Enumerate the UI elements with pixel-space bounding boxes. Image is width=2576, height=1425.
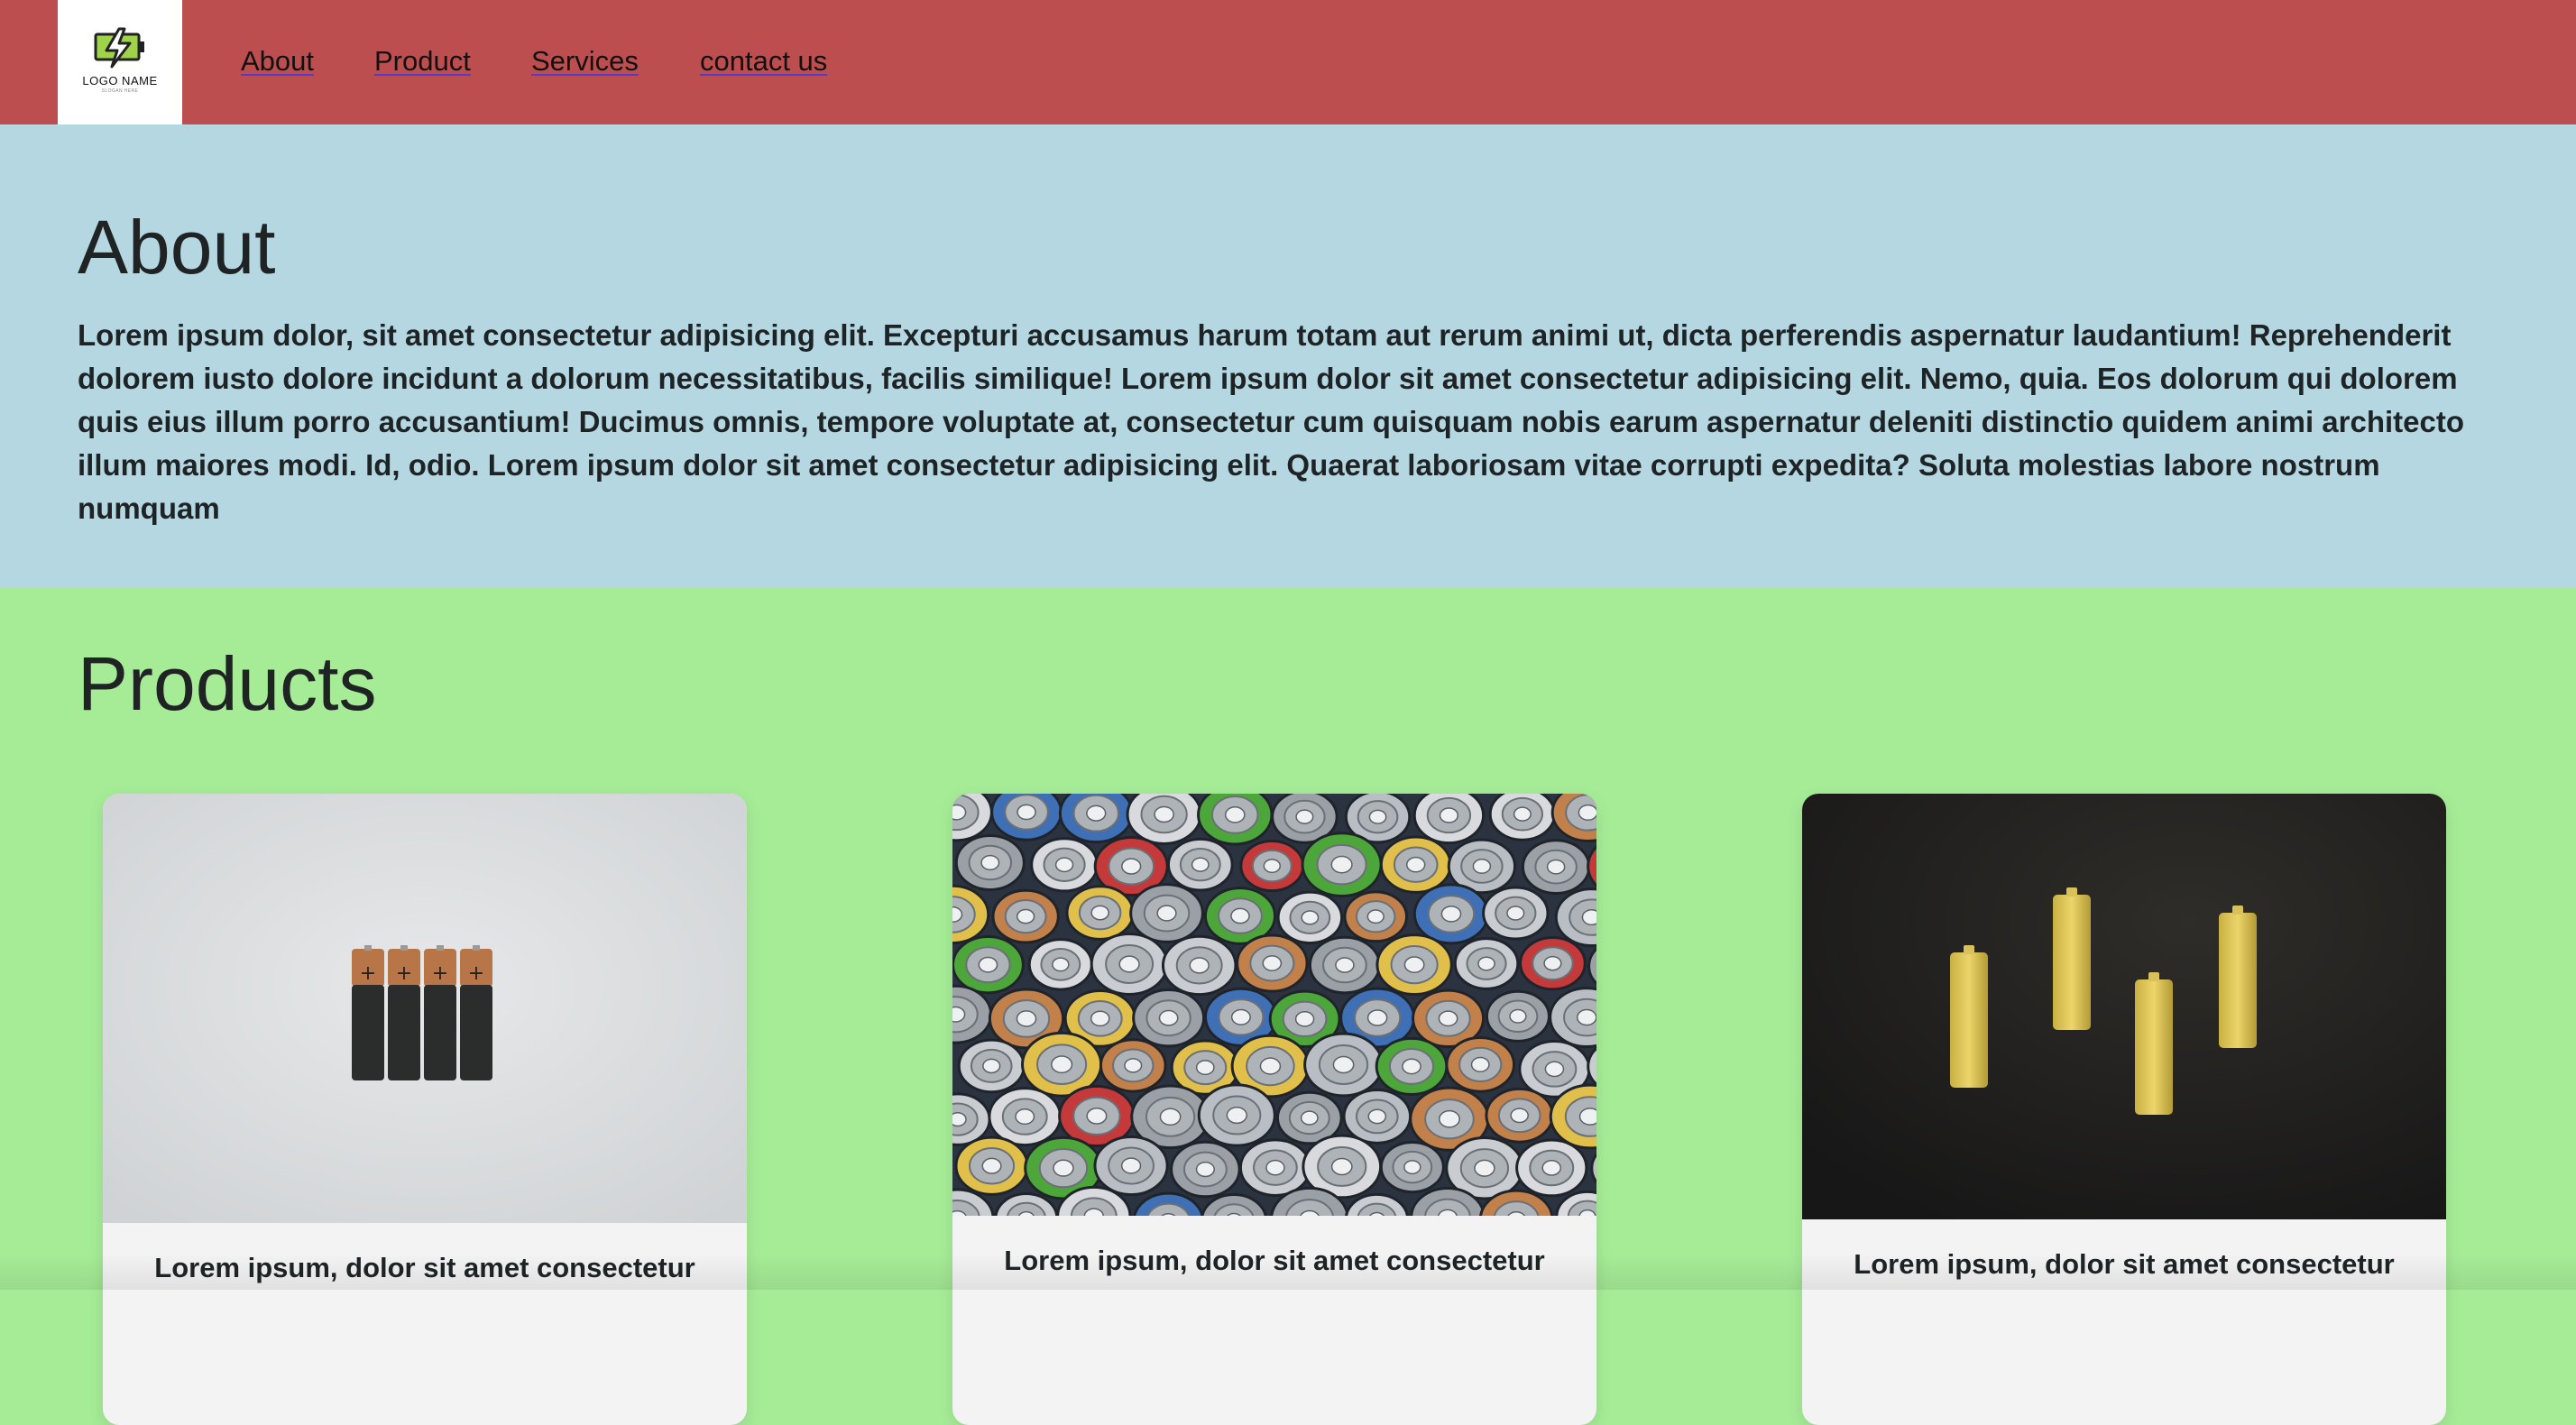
- logo[interactable]: LOGO NAME SLOGAN HERE: [58, 0, 182, 124]
- nav-link-product[interactable]: Product: [374, 45, 471, 78]
- yellow-batteries-dark-photo: [1802, 794, 2446, 1219]
- logo-name: LOGO NAME: [82, 74, 158, 87]
- nav-link-services[interactable]: Services: [531, 45, 639, 78]
- products-section: Products + + + + Lorem ipsum, dolor sit …: [0, 588, 2576, 1425]
- nav-link-about[interactable]: About: [241, 45, 314, 78]
- products-title: Products: [78, 641, 377, 726]
- logo-slogan: SLOGAN HERE: [101, 88, 139, 94]
- svg-text:+: +: [360, 962, 376, 985]
- nav-link-contact-us[interactable]: contact us: [700, 45, 827, 78]
- about-text: Lorem ipsum dolor, sit amet consectetur …: [78, 318, 2465, 525]
- svg-text:+: +: [396, 962, 412, 985]
- product-card[interactable]: Lorem ipsum, dolor sit amet consectetur: [1802, 794, 2446, 1425]
- duracell-batteries-photo: + + + +: [103, 794, 747, 1223]
- about-section: About Lorem ipsum dolor, sit amet consec…: [0, 124, 2576, 588]
- navbar: LOGO NAME SLOGAN HERE About Product Serv…: [0, 0, 2576, 124]
- battery-logo-icon: [94, 27, 144, 69]
- svg-text:+: +: [432, 962, 448, 985]
- product-caption: Lorem ipsum, dolor sit amet consectetur: [154, 1252, 695, 1283]
- about-title: About: [78, 205, 276, 290]
- product-card[interactable]: Lorem ipsum, dolor sit amet consectetur: [952, 794, 1596, 1425]
- svg-text:+: +: [468, 962, 484, 985]
- product-caption: Lorem ipsum, dolor sit amet consectetur: [1854, 1248, 2395, 1280]
- product-caption: Lorem ipsum, dolor sit amet consectetur: [1004, 1245, 1545, 1276]
- product-card[interactable]: + + + + Lorem ipsum, dolor sit amet cons…: [103, 794, 747, 1425]
- battery-pile-photo: [952, 794, 1596, 1216]
